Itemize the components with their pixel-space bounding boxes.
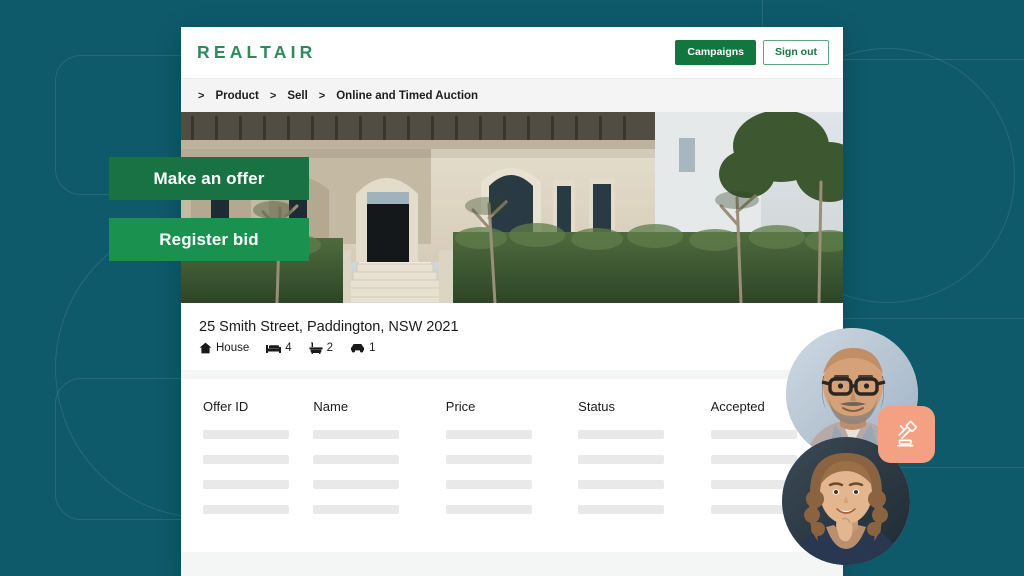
skeleton-placeholder [313, 430, 400, 439]
spec-bedrooms: 4 [266, 342, 292, 354]
column-header-name[interactable]: Name [313, 399, 445, 430]
table-header-row: Offer ID Name Price Status Accepted [181, 399, 843, 430]
table-cell [445, 430, 578, 455]
column-header-price[interactable]: Price [446, 399, 578, 430]
table-cell [578, 505, 710, 530]
breadcrumb-separator-icon: > [269, 89, 277, 102]
auction-gavel-badge [878, 406, 935, 463]
car-icon [350, 343, 365, 353]
spec-bedrooms-value: 4 [285, 342, 292, 354]
breadcrumb-item-sell[interactable]: Sell [287, 90, 307, 102]
breadcrumb-item-product[interactable]: Product [215, 90, 258, 102]
skeleton-placeholder [203, 455, 289, 464]
table-cell [445, 455, 578, 480]
skeleton-placeholder [313, 455, 400, 464]
table-cell [181, 480, 313, 505]
property-specs: House 4 2 1 [199, 342, 843, 354]
bed-icon [266, 343, 282, 354]
spec-car-spaces-value: 1 [369, 342, 376, 354]
table-cell [313, 430, 445, 455]
skeleton-placeholder [578, 480, 665, 489]
offers-table-head: Offer ID Name Price Status Accepted [181, 399, 843, 430]
breadcrumb: > Product > Sell > Online and Timed Auct… [181, 78, 843, 112]
breadcrumb-item-online-and-timed-auction[interactable]: Online and Timed Auction [336, 90, 478, 102]
breadcrumb-separator-icon: > [318, 89, 326, 102]
property-summary: 25 Smith Street, Paddington, NSW 2021 Ho… [181, 303, 843, 370]
skeleton-placeholder [203, 505, 289, 514]
skeleton-placeholder [445, 455, 532, 464]
skeleton-placeholder [578, 505, 665, 514]
campaigns-button[interactable]: Campaigns [675, 40, 756, 65]
app-topbar: REALTAIR Campaigns Sign out [181, 27, 843, 78]
table-cell [313, 505, 445, 530]
offers-table-panel: Offer ID Name Price Status Accepted [181, 379, 843, 552]
table-cell [578, 430, 710, 455]
skeleton-placeholder [445, 505, 532, 514]
spec-bathrooms: 2 [309, 342, 333, 354]
house-icon [199, 342, 212, 354]
breadcrumb-separator-icon: > [198, 89, 205, 102]
skeleton-placeholder [203, 430, 289, 439]
skeleton-placeholder [578, 430, 665, 439]
sign-out-button[interactable]: Sign out [763, 40, 829, 65]
offers-table: Offer ID Name Price Status Accepted [181, 399, 843, 530]
skeleton-placeholder [203, 480, 289, 489]
table-cell [181, 455, 313, 480]
skeleton-placeholder [445, 430, 532, 439]
spec-property-type-value: House [216, 342, 250, 354]
skeleton-placeholder [313, 480, 400, 489]
table-cell [445, 505, 578, 530]
register-bid-button[interactable]: Register bid [109, 218, 309, 261]
realtair-logo[interactable]: REALTAIR [197, 42, 316, 63]
table-cell [181, 430, 313, 455]
bath-icon [309, 342, 323, 354]
table-cell [313, 480, 445, 505]
offers-table-body [181, 430, 843, 530]
skeleton-placeholder [710, 430, 797, 439]
skeleton-placeholder [445, 480, 532, 489]
table-row[interactable] [181, 505, 843, 530]
skeleton-placeholder [710, 455, 797, 464]
table-cell [181, 505, 313, 530]
topbar-actions: Campaigns Sign out [675, 40, 829, 65]
spec-bathrooms-value: 2 [326, 342, 334, 354]
spec-car-spaces: 1 [350, 342, 375, 354]
spec-property-type: House [199, 342, 249, 354]
column-header-status[interactable]: Status [578, 399, 710, 430]
table-cell [578, 480, 710, 505]
make-an-offer-button[interactable]: Make an offer [109, 157, 309, 200]
column-header-offer-id[interactable]: Offer ID [181, 399, 313, 430]
gavel-icon [896, 420, 917, 446]
house-photo-illustration [181, 112, 843, 303]
table-cell [313, 455, 445, 480]
property-hero-image [181, 112, 843, 303]
skeleton-placeholder [313, 505, 400, 514]
table-row[interactable] [181, 430, 843, 455]
table-cell [445, 480, 578, 505]
skeleton-placeholder [578, 455, 665, 464]
property-address: 25 Smith Street, Paddington, NSW 2021 [199, 319, 459, 335]
table-row[interactable] [181, 480, 843, 505]
app-window: REALTAIR Campaigns Sign out > Product > … [181, 27, 843, 576]
table-cell [578, 455, 710, 480]
table-row[interactable] [181, 455, 843, 480]
